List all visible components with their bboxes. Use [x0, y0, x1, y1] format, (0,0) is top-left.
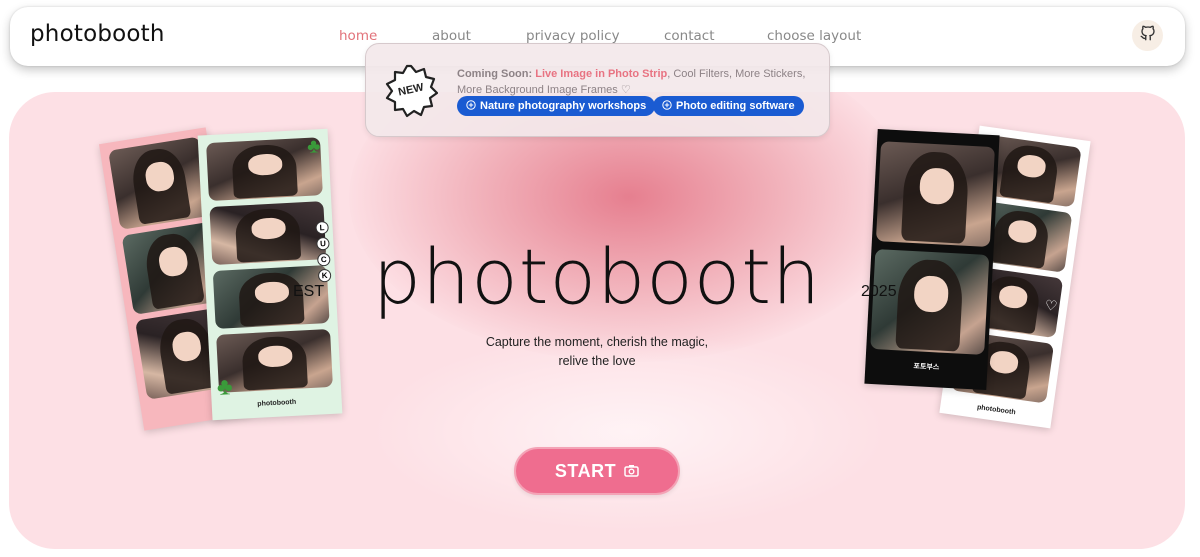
nav-link-home[interactable]: home [339, 28, 377, 44]
camera-icon [624, 461, 639, 482]
strip-photo [108, 136, 212, 230]
hero-title: photobooth [372, 232, 822, 321]
chip-label: Photo editing software [676, 100, 795, 112]
plus-circle-icon [662, 99, 672, 113]
strip-photo [206, 137, 323, 202]
github-icon [1139, 24, 1157, 47]
tagline: Capture the moment, cherish the magic, r… [9, 333, 1185, 371]
page: photobooth ♣ ♣ L U C K photobooth ♡ 포토부스 [0, 0, 1200, 557]
nav-link-about[interactable]: about [432, 28, 471, 44]
clover-sticker-icon: ♣ [306, 135, 321, 158]
announcement-lead: Coming Soon: [457, 68, 533, 80]
github-button[interactable] [1132, 20, 1163, 51]
chip-label: Nature photography workshops [480, 100, 647, 112]
brand-logo[interactable]: photobooth [30, 21, 165, 47]
hero-section: photobooth ♣ ♣ L U C K photobooth ♡ 포토부스 [9, 92, 1185, 549]
announcement-text: Coming Soon: Live Image in Photo Strip, … [457, 66, 817, 98]
clover-sticker-icon: ♣ [216, 373, 234, 401]
est-label: EST [293, 283, 325, 300]
plus-circle-icon [466, 99, 476, 113]
nav-link-contact[interactable]: contact [664, 28, 715, 44]
nav-link-choose-layout[interactable]: choose layout [767, 28, 861, 44]
start-button[interactable]: START [514, 447, 680, 495]
chip-photo-editing[interactable]: Photo editing software [653, 96, 804, 116]
nav-link-privacy-policy[interactable]: privacy policy [526, 28, 620, 44]
year-label: 2025 [861, 283, 897, 300]
tagline-line-1: Capture the moment, cherish the magic, [485, 335, 709, 349]
announcement-highlight: Live Image in Photo Strip [535, 68, 668, 80]
new-badge: NEW [384, 64, 439, 118]
announcement-card: NEW Coming Soon: Live Image in Photo Str… [365, 43, 830, 137]
start-label: START [554, 460, 617, 481]
chip-nature-workshops[interactable]: Nature photography workshops [457, 96, 656, 116]
strip-caption: photobooth [257, 398, 297, 408]
tagline-line-2: relive the love [558, 354, 636, 368]
